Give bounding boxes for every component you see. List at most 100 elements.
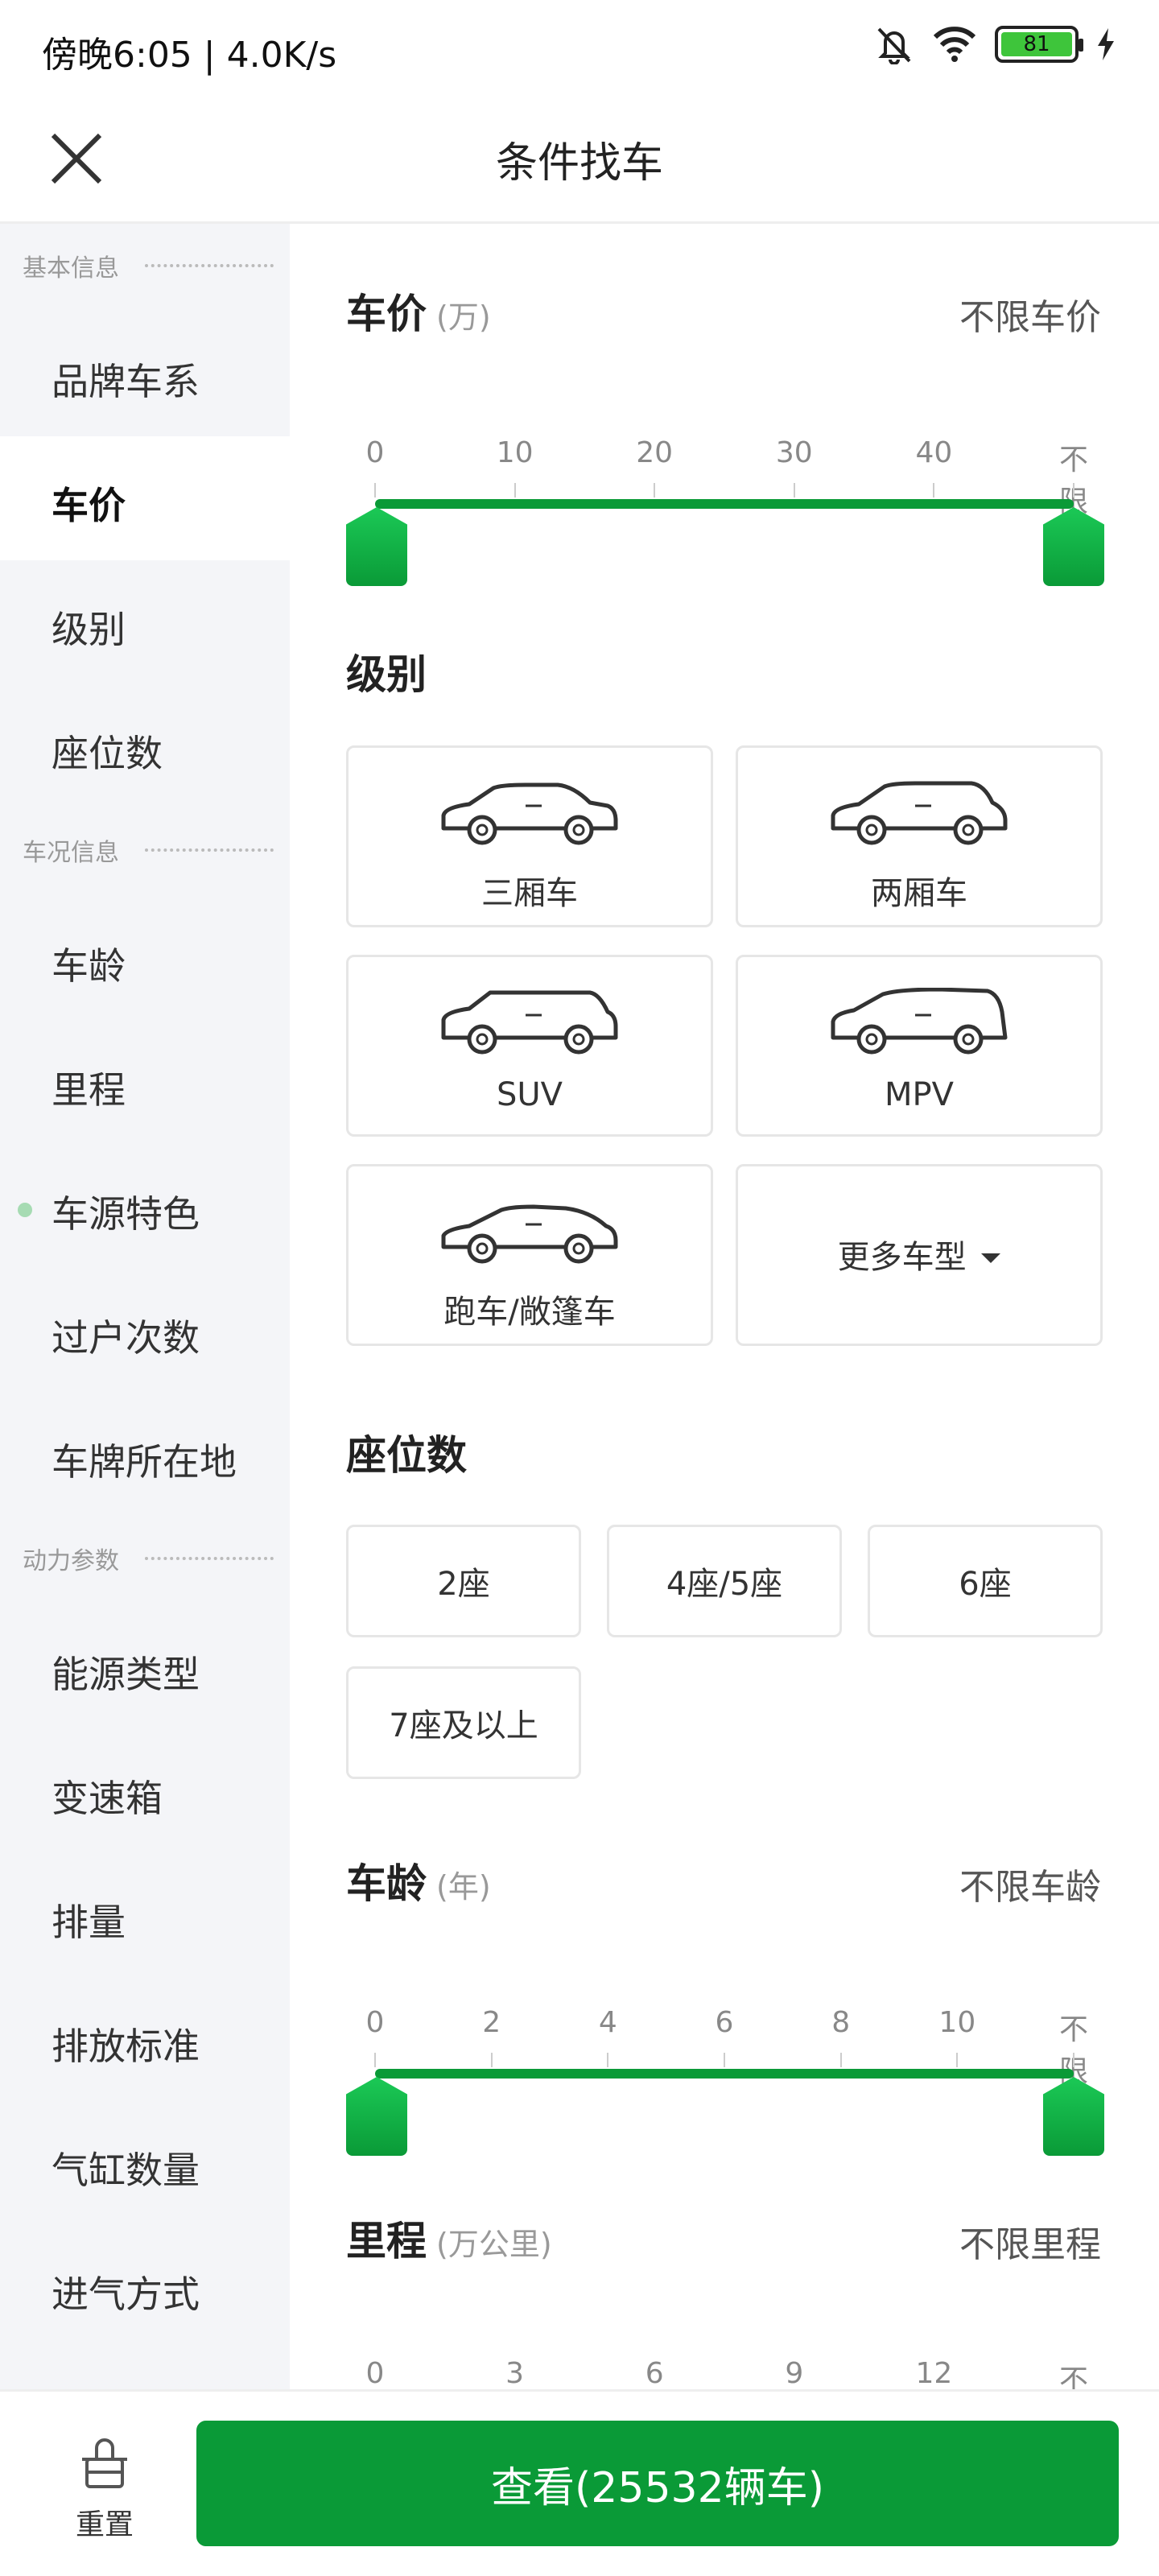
level-title: 级别 bbox=[346, 651, 427, 698]
price-unit: (万) bbox=[436, 299, 491, 335]
price-unlimited[interactable]: 不限车价 bbox=[959, 288, 1101, 340]
slider-track[interactable] bbox=[375, 499, 1074, 509]
body-type-label: 两厢车 bbox=[871, 875, 967, 912]
sidebar-item-label: 车源特色 bbox=[52, 1192, 200, 1236]
seats-title: 座位数 bbox=[346, 1432, 467, 1479]
seat-option[interactable]: 6座 bbox=[868, 1525, 1103, 1637]
body-type-card[interactable]: MPV bbox=[736, 955, 1103, 1137]
hatchback-icon bbox=[831, 781, 1008, 845]
status-icons: 81 bbox=[874, 24, 1116, 64]
sidebar-item[interactable]: 车牌所在地 bbox=[0, 1393, 290, 1517]
sidebar-group-label: 动力参数 bbox=[23, 1547, 119, 1575]
more-body-types-label: 更多车型 bbox=[837, 1239, 967, 1276]
slider-tick-label: 3 bbox=[505, 2357, 525, 2389]
sidebar-item-label: 能源类型 bbox=[52, 1653, 200, 1696]
body-type-card[interactable]: 三厢车 bbox=[346, 745, 713, 927]
price-slider[interactable]: 0 10 20 30 40 不限 bbox=[346, 436, 1104, 597]
body-type-card[interactable]: 跑车/敞篷车 bbox=[346, 1164, 713, 1346]
suv-icon bbox=[441, 990, 618, 1055]
slider-tick-label: 2 bbox=[482, 2006, 501, 2039]
slider-max-handle[interactable] bbox=[1043, 507, 1104, 586]
age-unlimited[interactable]: 不限车龄 bbox=[959, 1858, 1101, 1909]
more-body-types-button[interactable]: 更多车型 bbox=[736, 1164, 1103, 1346]
page-title: 条件找车 bbox=[495, 139, 663, 188]
mpv-icon bbox=[831, 987, 1008, 1055]
sidebar-item-dot bbox=[18, 1203, 32, 1217]
mileage-slider[interactable]: 0 3 6 9 12 不限 bbox=[346, 2357, 1103, 2389]
slider-tick-label: 0 bbox=[365, 436, 385, 469]
sidebar-item[interactable]: 进气方式 bbox=[0, 2225, 290, 2349]
status-bar: 傍晚6:05 | 4.0K/s 81 bbox=[0, 0, 1159, 97]
slider-tick-label: 12 bbox=[915, 2357, 953, 2389]
price-title: 车价 bbox=[346, 291, 427, 337]
slider-tick-mark bbox=[933, 483, 935, 497]
slider-max-handle[interactable] bbox=[1043, 2077, 1104, 2156]
slider-tick-mark bbox=[793, 483, 795, 497]
slider-tick-label: 10 bbox=[938, 2006, 976, 2039]
sidebar-item-label: 过户次数 bbox=[52, 1316, 200, 1360]
sidebar-item-label: 排放标准 bbox=[52, 2025, 200, 2068]
body-type-label: 跑车/敞篷车 bbox=[443, 1294, 616, 1331]
sidebar-item[interactable]: 过户次数 bbox=[0, 1269, 290, 1393]
mileage-title: 里程 bbox=[346, 2218, 427, 2264]
battery-icon: 81 bbox=[995, 26, 1083, 63]
sidebar-item[interactable]: 品牌车系 bbox=[0, 312, 290, 436]
seat-option[interactable]: 4座/5座 bbox=[607, 1525, 842, 1637]
body-type-label: SUV bbox=[496, 1076, 563, 1113]
car-icon-wrap bbox=[827, 778, 1012, 854]
sidebar-item[interactable]: 气缸数量 bbox=[0, 2101, 290, 2225]
car-icon-wrap bbox=[437, 1197, 622, 1273]
age-slider[interactable]: 0 2 4 6 8 10 不限 bbox=[346, 2006, 1104, 2167]
slider-tick-label: 0 bbox=[365, 2357, 385, 2389]
reset-label: 重置 bbox=[75, 2508, 134, 2541]
sidebar-item[interactable]: 变速箱 bbox=[0, 1729, 290, 1853]
seat-option[interactable]: 2座 bbox=[346, 1525, 581, 1637]
reset-basket-icon bbox=[82, 2438, 127, 2488]
body-type-label: MPV bbox=[885, 1076, 954, 1113]
slider-tick-label: 30 bbox=[775, 436, 813, 469]
slider-tick-mark bbox=[839, 2053, 842, 2067]
sidebar-group-divider bbox=[145, 264, 274, 267]
car-icon-wrap bbox=[827, 987, 1012, 1063]
slider-min-handle[interactable] bbox=[346, 507, 407, 586]
sidebar-item-label: 车价 bbox=[52, 484, 126, 527]
body-type-card[interactable]: 两厢车 bbox=[736, 745, 1103, 927]
slider-tick-mark bbox=[724, 2053, 725, 2067]
age-unit: (年) bbox=[436, 1869, 491, 1905]
slider-tick-mark bbox=[1073, 483, 1074, 497]
sidebar-item[interactable]: 排放标准 bbox=[0, 1977, 290, 2101]
sidebar: 基本信息品牌车系车价级别 座位数车况信息车龄里程车源特色过户次数车牌所在地动力参数… bbox=[0, 224, 290, 2389]
slider-track[interactable] bbox=[375, 2069, 1074, 2079]
body-type-card[interactable]: SUV bbox=[346, 955, 713, 1137]
sidebar-item[interactable]: 级别 bbox=[0, 560, 290, 684]
sidebar-group-divider bbox=[145, 1557, 274, 1560]
slider-tick-label: 6 bbox=[715, 2006, 734, 2039]
slider-tick-label: 8 bbox=[831, 2006, 851, 2039]
sidebar-item[interactable]: 驱动类型 bbox=[0, 2349, 290, 2389]
sidebar-item[interactable]: 座位数 bbox=[0, 684, 290, 808]
seat-option[interactable]: 7座及以上 bbox=[346, 1666, 581, 1779]
sidebar-item[interactable]: 排量 bbox=[0, 1853, 290, 1977]
view-results-button[interactable]: 查看(25532辆车) bbox=[196, 2421, 1119, 2546]
price-section-title: 车价 (万) bbox=[346, 282, 491, 340]
sidebar-item[interactable]: 里程 bbox=[0, 1021, 290, 1145]
sidebar-item[interactable]: 车价 bbox=[0, 436, 290, 560]
more-body-types: 更多车型 bbox=[738, 1231, 1100, 1278]
sidebar-item[interactable]: 能源类型 bbox=[0, 1605, 290, 1729]
mileage-unlimited[interactable]: 不限里程 bbox=[959, 2215, 1101, 2267]
reset-button[interactable]: 重置 bbox=[56, 2438, 153, 2543]
sidebar-item-label: 车龄 bbox=[52, 944, 126, 988]
battery-level: 81 bbox=[1001, 32, 1072, 56]
charging-icon bbox=[1098, 28, 1114, 60]
bottom-bar: 重置 查看(25532辆车) bbox=[0, 2389, 1159, 2576]
sidebar-group-label: 车况信息 bbox=[23, 839, 119, 867]
sedan-icon bbox=[441, 782, 618, 845]
sidebar-item[interactable]: 车源特色 bbox=[0, 1145, 290, 1269]
sidebar-group-label: 基本信息 bbox=[23, 254, 119, 283]
sidebar-group-header: 车况信息 bbox=[0, 808, 290, 897]
sidebar-item[interactable]: 车龄 bbox=[0, 897, 290, 1021]
sidebar-item-label: 气缸数量 bbox=[52, 2149, 200, 2192]
slider-min-handle[interactable] bbox=[346, 2077, 407, 2156]
slider-tick-label: 0 bbox=[365, 2006, 385, 2039]
slider-tick-mark bbox=[1073, 2053, 1074, 2067]
